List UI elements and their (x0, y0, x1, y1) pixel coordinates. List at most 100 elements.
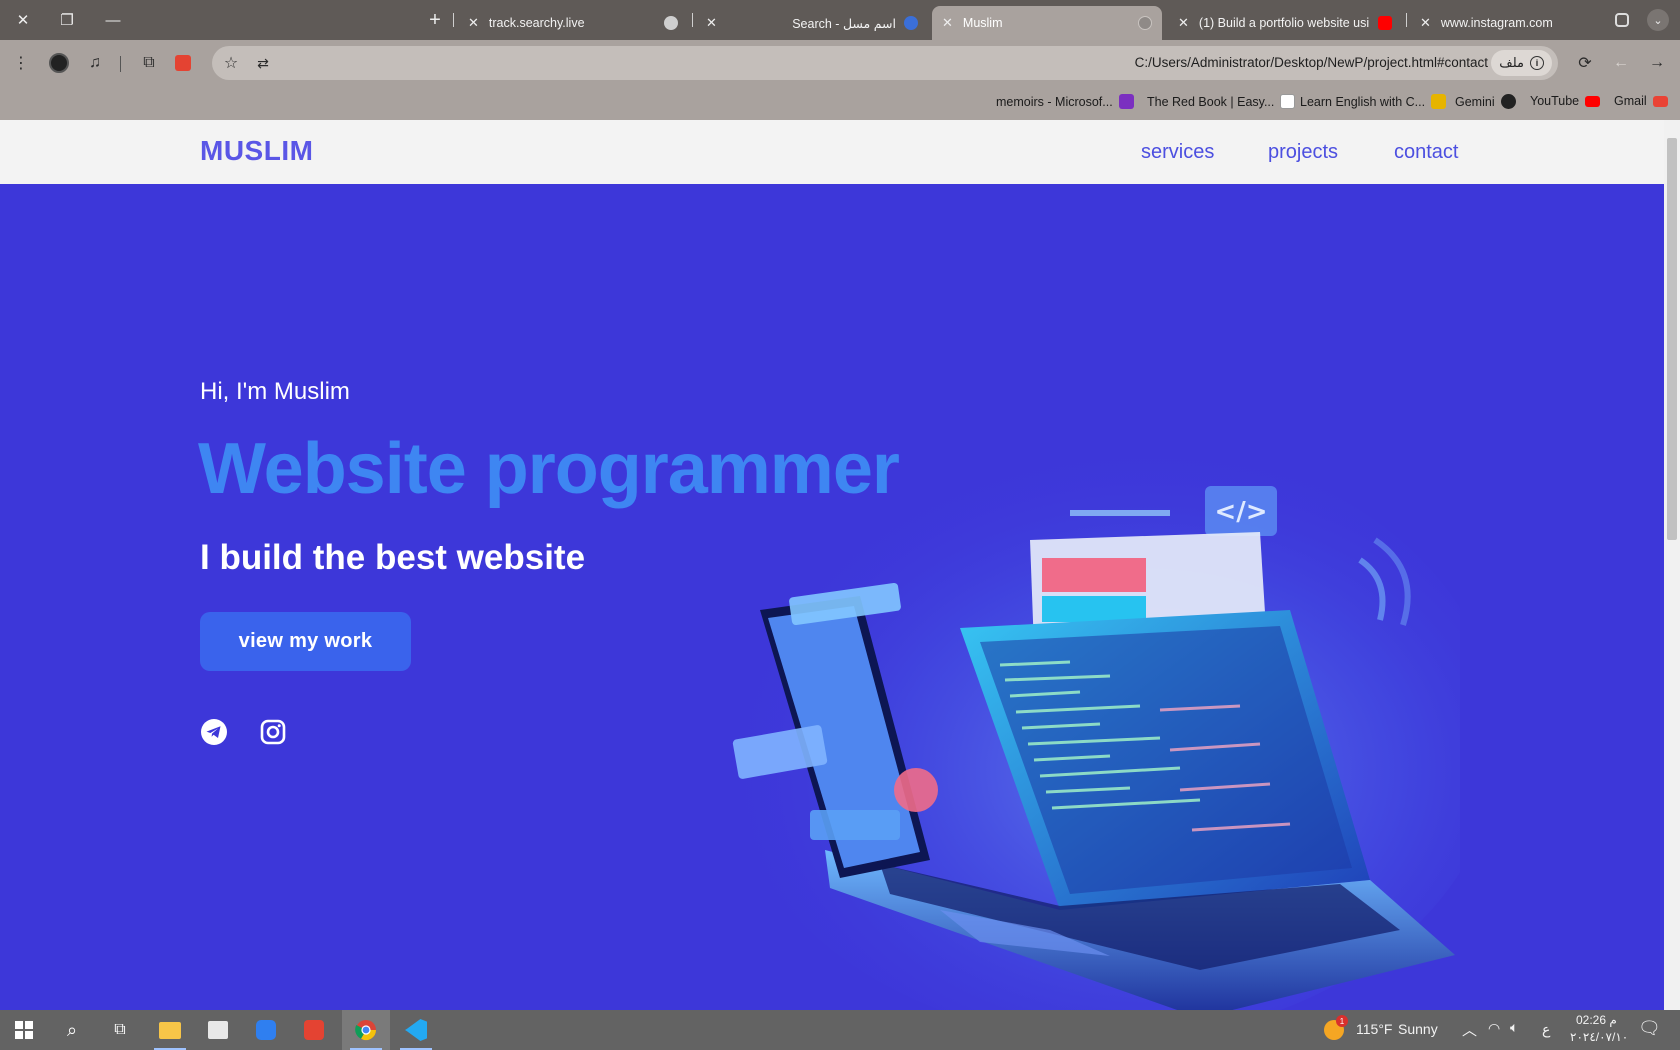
minimize-icon: — (105, 11, 121, 29)
site-info-label: ملف (1499, 55, 1524, 70)
address-bar[interactable]: ☆ ⇄ C:/Users/Administrator/Desktop/NewP/… (212, 46, 1558, 80)
tab-label: (1) Build a portfolio website usi (1198, 16, 1370, 30)
forward-arrow-icon[interactable]: → (1642, 48, 1672, 78)
todoist-extension-icon[interactable] (168, 48, 198, 78)
weather-condition[interactable]: Sunny (1398, 1021, 1438, 1037)
search-icon: ⌕ (66, 1019, 78, 1040)
site-navbar: MUSLIM services projects contact (0, 120, 1664, 184)
chrome-icon (355, 1020, 377, 1041)
clock-time[interactable]: 02:26 م (1576, 1013, 1617, 1027)
task-view-button[interactable]: ⧉ (96, 1010, 144, 1050)
site-logo[interactable]: MUSLIM (200, 135, 313, 167)
url-text[interactable]: C:/Users/Administrator/Desktop/NewP/proj… (1135, 55, 1488, 70)
telegram-icon[interactable] (200, 718, 228, 746)
gmail-icon (1652, 95, 1668, 107)
new-tab-button[interactable]: + (412, 0, 458, 40)
taskbar-microsoft-store[interactable] (194, 1010, 242, 1050)
tray-chevron-up-icon[interactable]: ︿ (1462, 1019, 1477, 1040)
window-restore-button[interactable]: ❐ (44, 0, 90, 40)
hero-illustration: </> (720, 440, 1460, 1010)
store-icon (208, 1021, 228, 1039)
nav-link-contact[interactable]: contact (1394, 141, 1458, 164)
windows-logo-icon (15, 1021, 33, 1039)
tab-close-icon[interactable]: ✕ (1178, 15, 1189, 31)
windows-start-button[interactable] (0, 1010, 48, 1050)
tab-close-icon[interactable]: ✕ (468, 15, 479, 31)
taskbar-search-button[interactable]: ⌕ (48, 1010, 96, 1050)
plus-icon: + (429, 8, 441, 31)
bookmark-youtube[interactable]: YouTube (1530, 94, 1601, 108)
tab-muslim-active[interactable]: ✕ Muslim (932, 6, 1162, 40)
weather-temperature[interactable]: 115°F (1356, 1021, 1392, 1037)
chevron-down-icon: ⌄ (1647, 9, 1669, 31)
page-scrollbar[interactable] (1664, 120, 1680, 1010)
app-icon (256, 1020, 276, 1040)
learn-english-icon (1431, 94, 1447, 109)
profile-avatar[interactable] (44, 48, 74, 78)
bookmark-label: Gmail (1614, 94, 1647, 108)
tab-label: www.instagram.com (1440, 16, 1553, 30)
bookmark-gmail[interactable]: Gmail (1614, 94, 1668, 108)
tab-separator (453, 13, 454, 27)
bookmark-gemini[interactable]: Gemini (1455, 94, 1516, 109)
hero-greeting: Hi, I'm Muslim (200, 378, 350, 405)
info-icon: i (1530, 56, 1544, 70)
window-minimize-button[interactable]: — (90, 0, 136, 40)
bookmark-label: YouTube (1530, 94, 1580, 108)
globe-icon (1138, 16, 1152, 30)
wifi-icon[interactable]: ◠ (1488, 1020, 1500, 1037)
scrollbar-thumb[interactable] (1667, 138, 1677, 540)
folder-icon (159, 1021, 181, 1039)
tab-label: Search - اسم مسل (792, 16, 896, 31)
todoist-icon (304, 1020, 324, 1040)
window-close-button[interactable]: ✕ (0, 0, 46, 40)
close-icon: ✕ (16, 12, 30, 29)
tab-instagram[interactable]: ✕ www.instagram.com (1410, 6, 1620, 40)
tab-label: track.searchy.live (488, 16, 585, 30)
hero-subtitle: I build the best website (200, 538, 586, 577)
bookmark-label: Learn English with C... (1300, 94, 1426, 109)
reload-icon[interactable]: ⟳ (1570, 48, 1600, 78)
taskbar-todoist[interactable] (290, 1010, 338, 1050)
code-tag-icon: </> (1205, 486, 1277, 536)
browser-tab-strip: ✕ ❐ — + ✕ track.searchy.live ✕ Search - … (0, 0, 1680, 40)
taskbar-app-blue[interactable] (242, 1010, 290, 1050)
instagram-icon[interactable] (259, 718, 287, 746)
bookmark-red-book[interactable]: The Red Book | Easy... (1147, 94, 1296, 109)
bookmark-star-icon[interactable]: ☆ (216, 48, 246, 78)
bookmark-label: Gemini (1455, 94, 1495, 109)
tab-close-icon[interactable]: ✕ (1420, 15, 1431, 31)
tab-youtube[interactable]: ✕ (1) Build a portfolio website usi (1168, 6, 1402, 40)
tab-search[interactable]: ✕ Search - اسم مسل (696, 6, 928, 40)
bookmark-learn-english[interactable]: Learn English with C... (1300, 94, 1447, 109)
nav-link-services[interactable]: services (1141, 141, 1214, 164)
taskbar-file-explorer[interactable] (146, 1010, 194, 1050)
site-info-chip[interactable]: ملف i (1491, 50, 1552, 76)
media-controls-icon[interactable]: ♫ (80, 48, 110, 78)
tab-close-icon[interactable]: ✕ (942, 15, 953, 31)
onenote-icon (1118, 94, 1134, 109)
clock-date[interactable]: ٢٠٢٤/٠٧/١٠ (1570, 1030, 1628, 1044)
weather-badge: 1 (1336, 1015, 1348, 1027)
nav-link-projects[interactable]: projects (1268, 141, 1338, 164)
extensions-icon[interactable]: ⧉ (134, 48, 164, 78)
taskbar-vscode[interactable] (392, 1010, 440, 1050)
volume-icon[interactable]: 🔈︎ (1510, 1019, 1518, 1036)
browser-toolbar: ⋮ ♫ ⧉ ☆ ⇄ C:/Users/Administrator/Desktop… (0, 40, 1680, 86)
tab-search-button[interactable]: ⌄ (1640, 0, 1676, 40)
back-arrow-icon[interactable]: ← (1606, 48, 1636, 78)
bookmark-label: The Red Book | Easy... (1147, 94, 1275, 109)
notifications-icon[interactable]: 🗨︎ (1638, 1018, 1661, 1039)
windows-taskbar: ⌕ ⧉ 1 115°F Sunny ︿ ◠ 🔈︎ ع 02:26 م ٢٠٢٤/… (0, 1010, 1680, 1050)
red-book-icon (1280, 94, 1296, 109)
tab-track-searchy[interactable]: ✕ track.searchy.live (458, 6, 688, 40)
toolbar-divider (120, 56, 121, 72)
tab-close-icon[interactable]: ✕ (706, 15, 717, 31)
input-language[interactable]: ع (1542, 1021, 1550, 1038)
restore-icon: ❐ (60, 12, 74, 29)
view-my-work-button[interactable]: view my work (200, 612, 411, 671)
menu-kebab-icon[interactable]: ⋮ (6, 48, 36, 78)
bookmark-memoirs[interactable]: memoirs - Microsof... (996, 94, 1134, 109)
taskbar-chrome[interactable] (342, 1010, 390, 1050)
translate-icon[interactable]: ⇄ (248, 48, 278, 78)
